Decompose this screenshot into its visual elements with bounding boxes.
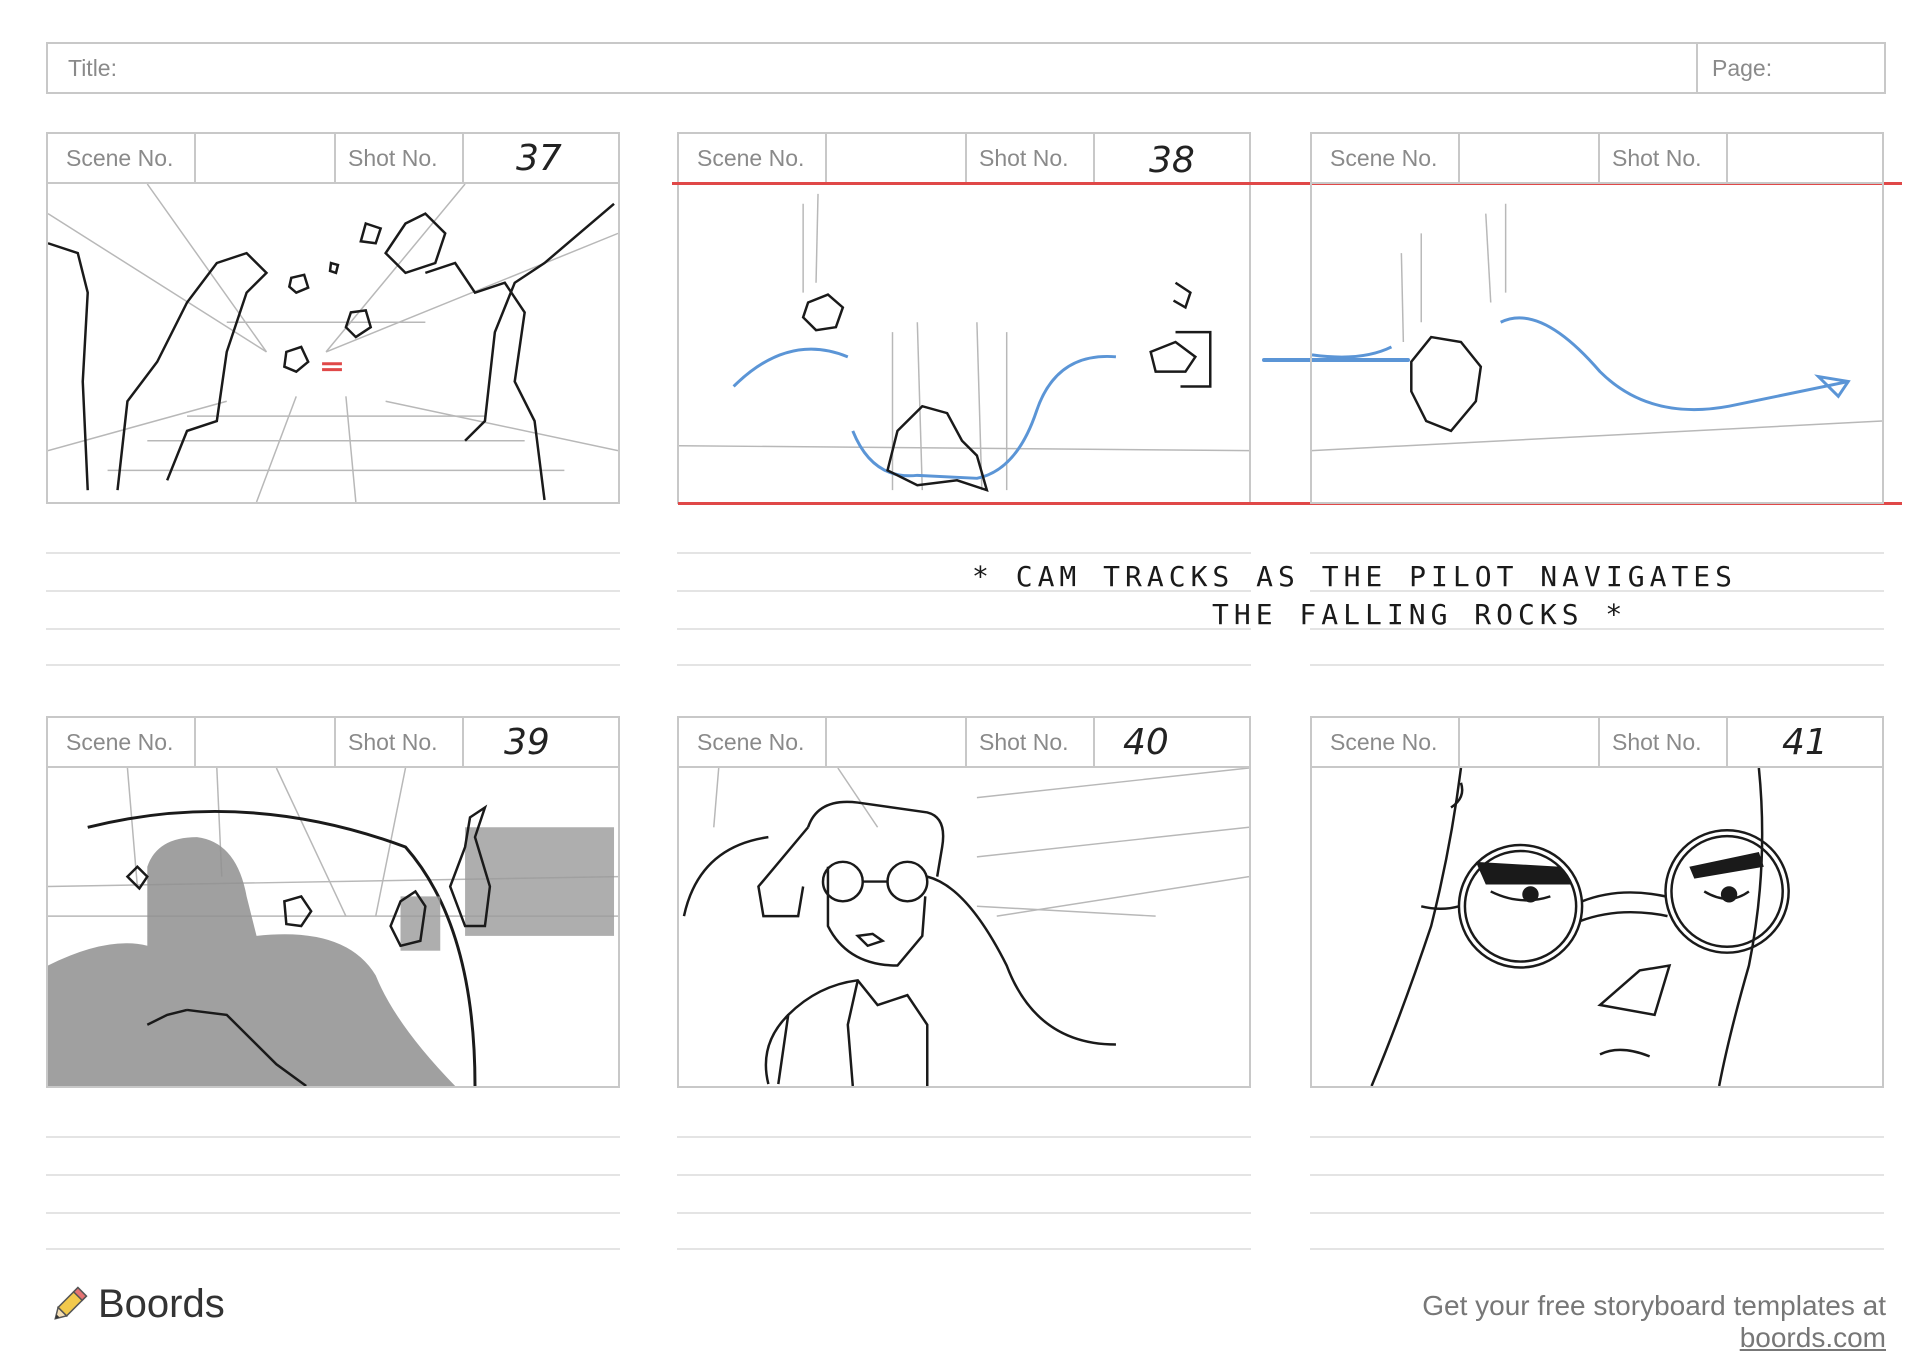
sketch-pilot-with-goggles: [682, 768, 1249, 1086]
notes-line: [1310, 1174, 1884, 1176]
panel-5-header: Scene No. Shot No. 40: [677, 716, 1251, 768]
scene-label: Scene No.: [697, 145, 805, 171]
sketch-falling-rocks-wide: [679, 193, 1249, 493]
panel-2-header: Scene No. Shot No. 38: [677, 132, 1251, 184]
notes-line: [46, 1248, 620, 1250]
sketch-falling-rock-path: [1312, 203, 1882, 452]
shot-number: 40: [1123, 722, 1169, 763]
notes-line: [1310, 1212, 1884, 1214]
scene-label: Scene No.: [1330, 145, 1438, 171]
scene-label: Scene No.: [697, 729, 805, 755]
notes-line: [677, 552, 1251, 554]
scene-label: Scene No.: [1330, 729, 1438, 755]
handwritten-note-line-1: * CAM TRACKS AS THE PILOT NAVIGATES: [972, 560, 1738, 593]
panel-1-header: Scene No. Shot No. 37: [46, 132, 620, 184]
pencil-icon: [54, 1286, 88, 1320]
shot-label: Shot No.: [979, 145, 1069, 171]
shot-number: 39: [504, 722, 550, 763]
shot-label: Shot No.: [979, 729, 1069, 755]
shot-number: 41: [1782, 722, 1828, 763]
sketch-canyon-rocks: [48, 184, 618, 502]
panel-2-frame: [677, 182, 1251, 504]
shot-number: 38: [1149, 140, 1195, 181]
promo-text: Get your free storyboard templates at bo…: [1306, 1290, 1886, 1354]
panel-3-header: Scene No. Shot No.: [1310, 132, 1884, 184]
shot-label: Shot No.: [1612, 145, 1702, 171]
notes-line: [46, 664, 620, 666]
handwritten-note-line-2: THE FALLING ROCKS *: [1212, 598, 1628, 631]
shot-label: Shot No.: [348, 729, 438, 755]
panel-6-frame: [1310, 766, 1884, 1088]
panel-4-frame: [46, 766, 620, 1088]
notes-line: [677, 1174, 1251, 1176]
title-label: Title:: [68, 55, 117, 81]
scene-label: Scene No.: [66, 729, 174, 755]
notes-line: [46, 1136, 620, 1138]
title-divider: [1696, 44, 1698, 92]
notes-line: [46, 1212, 620, 1214]
page-label: Page:: [1712, 55, 1773, 81]
brand-name: Boords: [98, 1282, 225, 1326]
panel-5-frame: [677, 766, 1251, 1088]
promo-label: Get your free storyboard templates at: [1422, 1290, 1886, 1321]
panel-4-header: Scene No. Shot No. 39: [46, 716, 620, 768]
panel-1-frame: [46, 182, 620, 504]
title-bar: Title: Page:: [46, 42, 1886, 94]
panel-3-frame: [1310, 182, 1884, 504]
notes-line: [677, 628, 1251, 630]
notes-line: [46, 1174, 620, 1176]
shot-label: Shot No.: [1612, 729, 1702, 755]
notes-line: [1310, 664, 1884, 666]
panel-6-header: Scene No. Shot No. 41: [1310, 716, 1884, 768]
notes-line: [1310, 1248, 1884, 1250]
notes-line: [46, 590, 620, 592]
shot-number: 37: [516, 138, 562, 179]
scene-label: Scene No.: [66, 145, 174, 171]
promo-link[interactable]: boords.com: [1740, 1322, 1886, 1353]
notes-line: [677, 1212, 1251, 1214]
sketch-cockpit-view: [48, 768, 618, 1086]
notes-line: [46, 552, 620, 554]
sketch-closeup-goggles: [1370, 768, 1790, 1086]
shot-label: Shot No.: [348, 145, 438, 171]
notes-line: [1310, 552, 1884, 554]
notes-line: [1310, 1136, 1884, 1138]
notes-line: [677, 664, 1251, 666]
notes-line: [677, 1248, 1251, 1250]
notes-line: [677, 1136, 1251, 1138]
notes-line: [46, 628, 620, 630]
